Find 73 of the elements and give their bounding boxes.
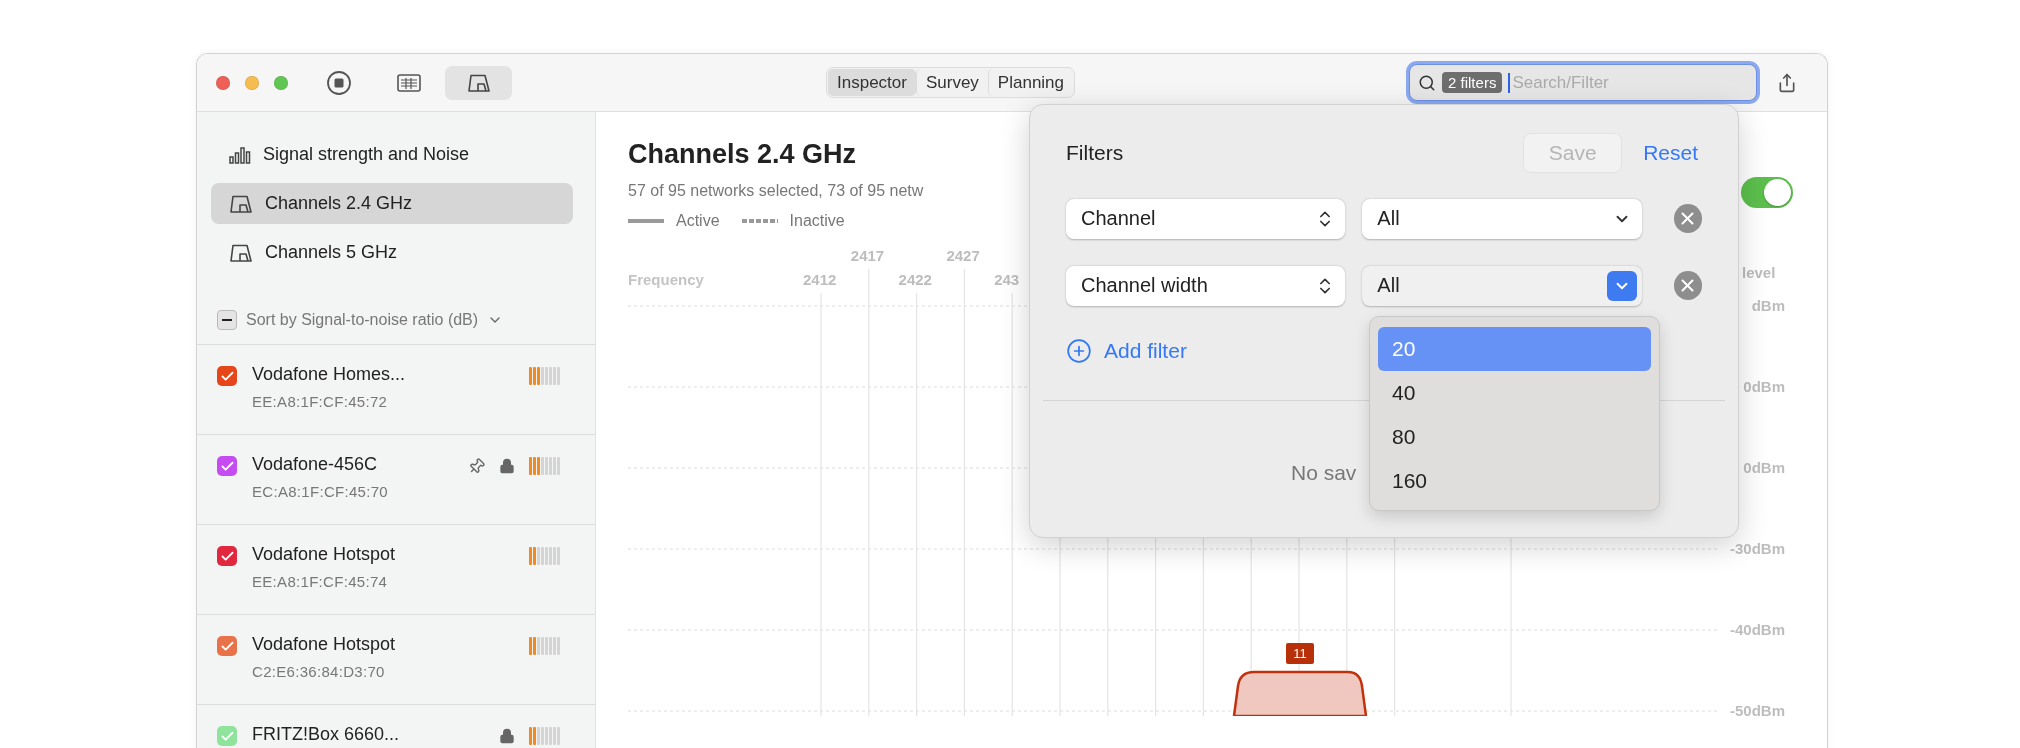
dbm-label: -40dBm [1730, 621, 1785, 638]
page-title: Channels 2.4 GHz [628, 139, 857, 170]
field-select[interactable]: Channel width [1066, 265, 1346, 306]
tab[interactable]: Inspector [828, 69, 916, 96]
mac-address: EC:A8:1F:CF:45:70 [252, 483, 389, 500]
share-button[interactable] [1777, 72, 1798, 93]
network-name: FRITZ!Box 6660... [252, 724, 401, 745]
menu-item[interactable]: 40 [1378, 371, 1651, 415]
dbm-label: dBm [1751, 297, 1785, 314]
network-checkbox[interactable] [217, 456, 237, 476]
popover-title: Filters [1066, 141, 1125, 165]
sidebar-item[interactable]: Channels 5 GHz [211, 232, 573, 273]
sidebar-item[interactable]: Channels 2.4 GHz [211, 183, 573, 224]
toolbar-button[interactable] [445, 65, 512, 100]
plus-icon [1066, 338, 1092, 364]
table-icon [396, 73, 421, 92]
minimize-button[interactable] [245, 75, 259, 90]
value-select[interactable]: All [1362, 265, 1642, 306]
column-label: level [1742, 264, 1776, 281]
channel-icon [466, 73, 491, 92]
value-select[interactable]: All [1362, 198, 1642, 239]
network-checkbox[interactable] [217, 726, 237, 746]
network-checkbox[interactable] [217, 546, 237, 566]
dbm-label: 0dBm [1743, 459, 1785, 476]
bar-chart-icon [229, 145, 251, 164]
frequency-label: 2427 [946, 247, 980, 264]
channel-icon [229, 194, 253, 213]
channel-icon [229, 243, 253, 262]
close-button[interactable] [216, 75, 230, 90]
solid-line-icon [628, 218, 664, 224]
dbm-label: 0dBm [1743, 378, 1785, 395]
network-name: Vodafone Hotspot [252, 634, 397, 655]
legend-label: Active [676, 212, 720, 230]
toggle-switch[interactable] [1741, 177, 1793, 208]
menu-item[interactable]: 80 [1378, 415, 1651, 459]
sort-dropdown[interactable]: Sort by Signal-to-noise ratio (dB) [246, 311, 479, 329]
mac-address: C2:E6:36:84:D3:70 [252, 663, 386, 680]
remove-button[interactable] [1673, 204, 1702, 233]
sidebar-item[interactable]: Signal strength and Noise [211, 134, 573, 175]
network-checkbox[interactable] [217, 636, 237, 656]
tab[interactable]: Survey [915, 69, 988, 96]
field-select[interactable]: Channel [1066, 198, 1346, 239]
select-all-checkbox[interactable] [217, 310, 237, 330]
mac-address: EE:A8:1F:CF:45:74 [252, 573, 389, 590]
search-input[interactable]: Search/Filter [1508, 72, 1693, 93]
legend-label: Inactive [789, 212, 845, 230]
search-icon [1418, 73, 1437, 92]
stop-icon [325, 69, 352, 96]
channel-badge [1286, 643, 1314, 664]
dashed-line-icon [741, 218, 778, 224]
frequency-label: 2412 [803, 271, 837, 288]
network-name: Vodafone Hotspot [252, 544, 397, 565]
network-checkbox[interactable] [217, 366, 237, 386]
empty-message: No sav [1291, 461, 1357, 485]
dbm-label: -30dBm [1730, 540, 1785, 557]
frequency-label: 2417 [850, 247, 885, 264]
search-field[interactable]: 2 filters Search/Filter [1409, 64, 1758, 101]
frequency-label: 2422 [898, 271, 932, 288]
network-name: Vodafone-456C [252, 454, 379, 475]
axis-title: Frequency [628, 271, 704, 288]
network-name: Vodafone Homes... [252, 364, 407, 385]
remove-button[interactable] [1673, 271, 1702, 300]
frequency-label: 243 [994, 271, 1020, 288]
close-icon [1681, 212, 1695, 225]
close-icon [1681, 279, 1695, 292]
zoom-button[interactable] [274, 75, 288, 90]
channel-number: 11 [1293, 646, 1307, 661]
selection-summary: 57 of 95 networks selected, 73 of 95 netw [628, 182, 924, 200]
menu-item[interactable]: 160 [1378, 459, 1651, 503]
dbm-label: -50dBm [1730, 702, 1785, 716]
filter-token[interactable]: 2 filters [1442, 72, 1503, 93]
tab[interactable]: Planning [987, 69, 1074, 96]
mac-address: EE:A8:1F:CF:45:72 [252, 393, 389, 410]
